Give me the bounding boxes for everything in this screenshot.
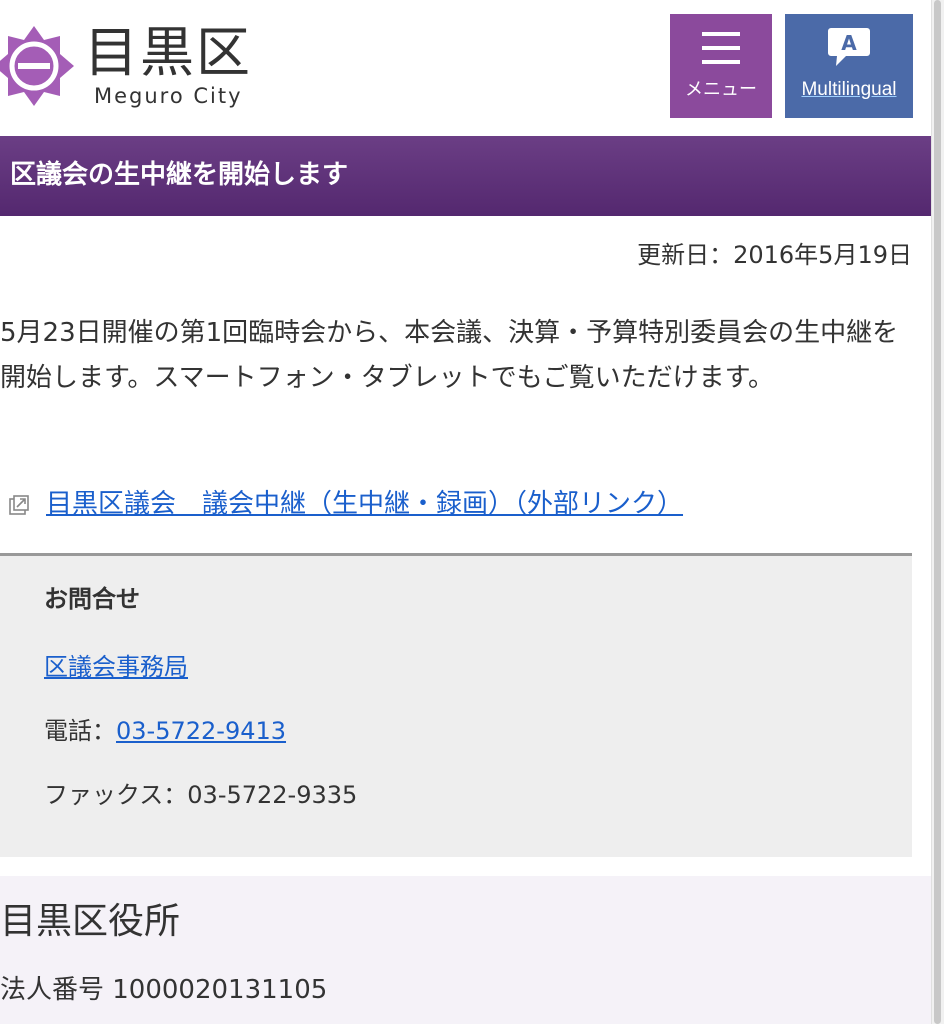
page: 目黒区 Meguro City メニュー A Multilingual 区議会の… <box>0 0 944 1024</box>
multilingual-button[interactable]: A Multilingual <box>785 14 913 118</box>
contact-box: お問合せ 区議会事務局 電話：03-5722-9413 ファックス：03-572… <box>0 553 912 857</box>
council-broadcast-link[interactable]: 目黒区議会 議会中継（生中継・録画）（外部リンク） <box>46 484 683 524</box>
logo-subtitle: Meguro City <box>94 84 243 108</box>
footer-corporate-number: 法人番号 1000020131105 <box>0 975 328 1005</box>
speech-bubble-a-icon: A <box>828 28 870 66</box>
multilingual-button-label: Multilingual <box>801 79 897 100</box>
site-header: 目黒区 Meguro City メニュー A Multilingual <box>0 0 931 136</box>
menu-button-label: メニュー <box>685 79 757 99</box>
updated-date: 更新日：2016年5月19日 <box>637 241 912 269</box>
contact-tel: 電話：03-5722-9413 <box>44 714 286 748</box>
page-title-bar: 区議会の生中継を開始します <box>0 136 931 216</box>
page-scrollbar[interactable] <box>931 0 944 1024</box>
tel-label: 電話： <box>44 717 116 745</box>
meguro-emblem-icon <box>0 26 74 106</box>
page-title: 区議会の生中継を開始します <box>10 160 349 190</box>
footer-office-name: 目黒区役所 <box>0 901 181 942</box>
external-link-icon <box>9 495 29 515</box>
menu-button[interactable]: メニュー <box>670 14 772 118</box>
svg-text:A: A <box>841 31 857 55</box>
scrollbar-thumb[interactable] <box>934 0 941 1024</box>
contact-fax: ファックス：03-5722-9335 <box>44 781 358 809</box>
site-logo[interactable]: 目黒区 Meguro City <box>0 14 260 110</box>
contact-title: お問合せ <box>44 585 140 613</box>
logo-text: 目黒区 <box>84 21 252 84</box>
article-body: 5月23日開催の第1回臨時会から、本会議、決算・予算特別委員会の生中継を開始しま… <box>0 318 899 393</box>
site-footer: 目黒区役所 法人番号 1000020131105 <box>0 876 931 1024</box>
contact-department-link[interactable]: 区議会事務局 <box>44 650 188 684</box>
tel-number-link[interactable]: 03-5722-9413 <box>116 717 286 745</box>
hamburger-icon <box>702 32 740 64</box>
